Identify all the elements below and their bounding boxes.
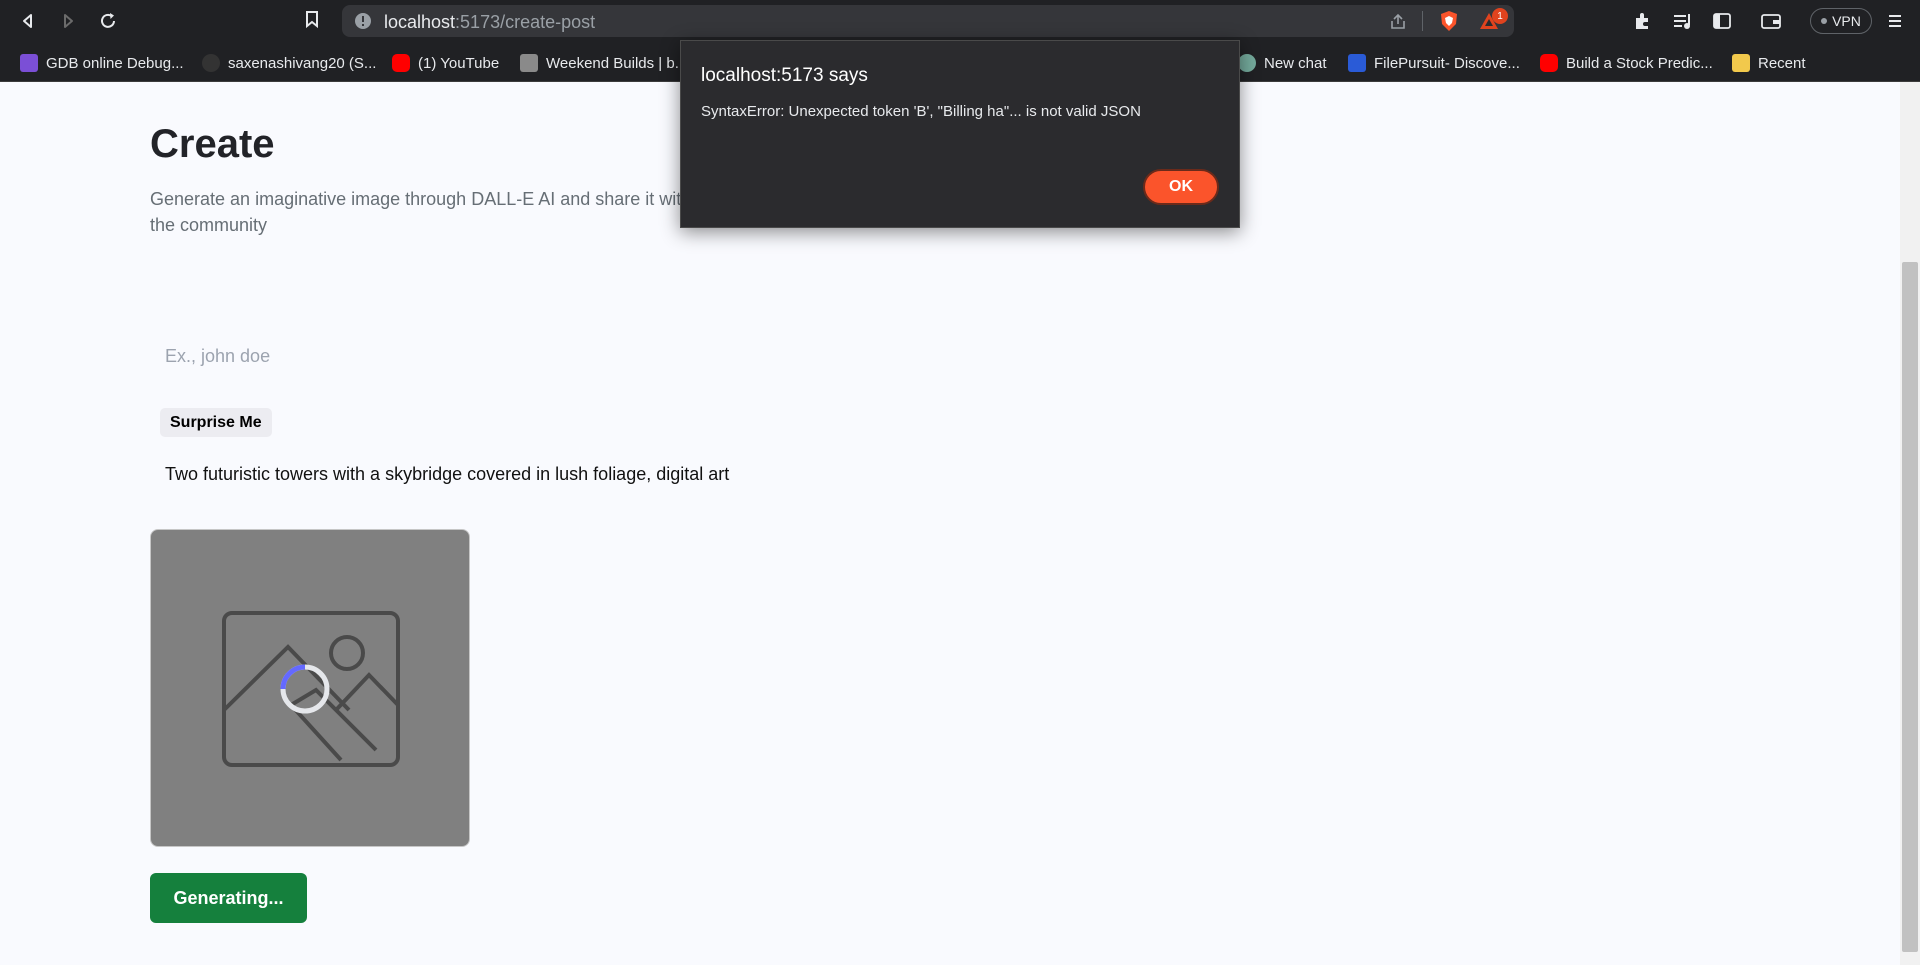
gdb-icon (20, 54, 38, 72)
brave-rewards-button[interactable]: 1 (1478, 8, 1508, 34)
extensions-puzzle-icon[interactable] (1632, 11, 1652, 31)
bookmark-page-button[interactable] (302, 9, 326, 33)
chatgpt-icon (1238, 54, 1256, 72)
bookmark-label: Build a Stock Predic... (1566, 54, 1713, 72)
builds-icon (520, 54, 538, 72)
prompt-field[interactable]: Two futuristic towers with a skybridge c… (165, 464, 729, 485)
bookmark-item[interactable]: Build a Stock Predic... (1540, 52, 1713, 74)
filepursuit-icon (1348, 54, 1366, 72)
share-icon[interactable] (1388, 12, 1408, 32)
scrollbar-thumb[interactable] (1902, 262, 1918, 952)
url-text: localhost:5173/create-post (384, 12, 595, 33)
dialog-title: localhost:5173 says (701, 65, 868, 86)
reload-button[interactable] (96, 9, 120, 33)
bookmark-item[interactable]: Weekend Builds | b... (520, 52, 687, 74)
vpn-button[interactable]: VPN (1810, 8, 1872, 34)
brave-shields-icon[interactable] (1438, 10, 1460, 32)
address-bar[interactable]: localhost:5173/create-post 1 (342, 5, 1514, 37)
bookmark-label: Recent (1758, 54, 1806, 72)
bookmark-label: FilePursuit- Discove... (1374, 54, 1520, 72)
forward-arrow-icon (64, 14, 73, 28)
media-playlist-icon[interactable] (1672, 11, 1694, 31)
name-input[interactable] (150, 336, 930, 376)
bookmark-item[interactable]: FilePursuit- Discove... (1348, 52, 1520, 74)
notification-badge: 1 (1492, 8, 1508, 24)
reload-icon (101, 13, 115, 28)
loading-spinner-icon (280, 664, 330, 714)
url-path: :5173/create-post (455, 12, 596, 32)
dialog-message: SyntaxError: Unexpected token 'B', "Bill… (701, 103, 1141, 120)
page-title: Create (150, 122, 275, 166)
bookmark-label: saxenashivang20 (S... (228, 54, 377, 72)
generate-button[interactable]: Generating... (150, 873, 307, 923)
bookmark-label: New chat (1264, 54, 1327, 72)
alert-dialog: localhost:5173 says SyntaxError: Unexpec… (680, 40, 1240, 228)
url-divider (1422, 11, 1423, 31)
folder-icon (1732, 54, 1750, 72)
bookmark-item[interactable]: saxenashivang20 (S... (202, 52, 376, 74)
vpn-status-dot (1821, 18, 1828, 24)
bookmark-item[interactable]: Recent (1732, 52, 1806, 74)
vpn-label: VPN (1832, 13, 1861, 29)
image-preview (150, 529, 470, 847)
info-warning-icon[interactable] (354, 12, 372, 30)
wallet-icon[interactable] (1760, 11, 1782, 31)
bookmark-item[interactable]: (1) YouTube (392, 52, 499, 74)
page-scrollbar[interactable] (1900, 82, 1920, 965)
url-host: localhost (384, 12, 456, 32)
ok-button[interactable]: OK (1143, 169, 1219, 205)
page-subtitle: Generate an imaginative image through DA… (150, 189, 692, 235)
back-button[interactable] (16, 9, 40, 33)
menu-hamburger-icon[interactable] (1886, 11, 1904, 31)
bookmark-item[interactable]: GDB online Debug... (20, 52, 184, 74)
bookmark-label: (1) YouTube (418, 54, 500, 72)
surprise-me-button[interactable]: Surprise Me (160, 408, 272, 437)
sidebar-toggle-icon[interactable] (1712, 11, 1732, 31)
back-arrow-icon (23, 14, 32, 28)
forward-button[interactable] (56, 9, 80, 33)
bookmark-item[interactable]: New chat (1238, 52, 1327, 74)
bookmark-label: Weekend Builds | b... (546, 54, 688, 72)
youtube-icon (1540, 54, 1558, 72)
youtube-icon (392, 54, 410, 72)
github-icon (202, 54, 220, 72)
bookmark-icon (306, 11, 318, 29)
bookmark-label: GDB online Debug... (46, 54, 184, 72)
browser-toolbar: localhost:5173/create-post 1 VPN (0, 0, 1920, 42)
